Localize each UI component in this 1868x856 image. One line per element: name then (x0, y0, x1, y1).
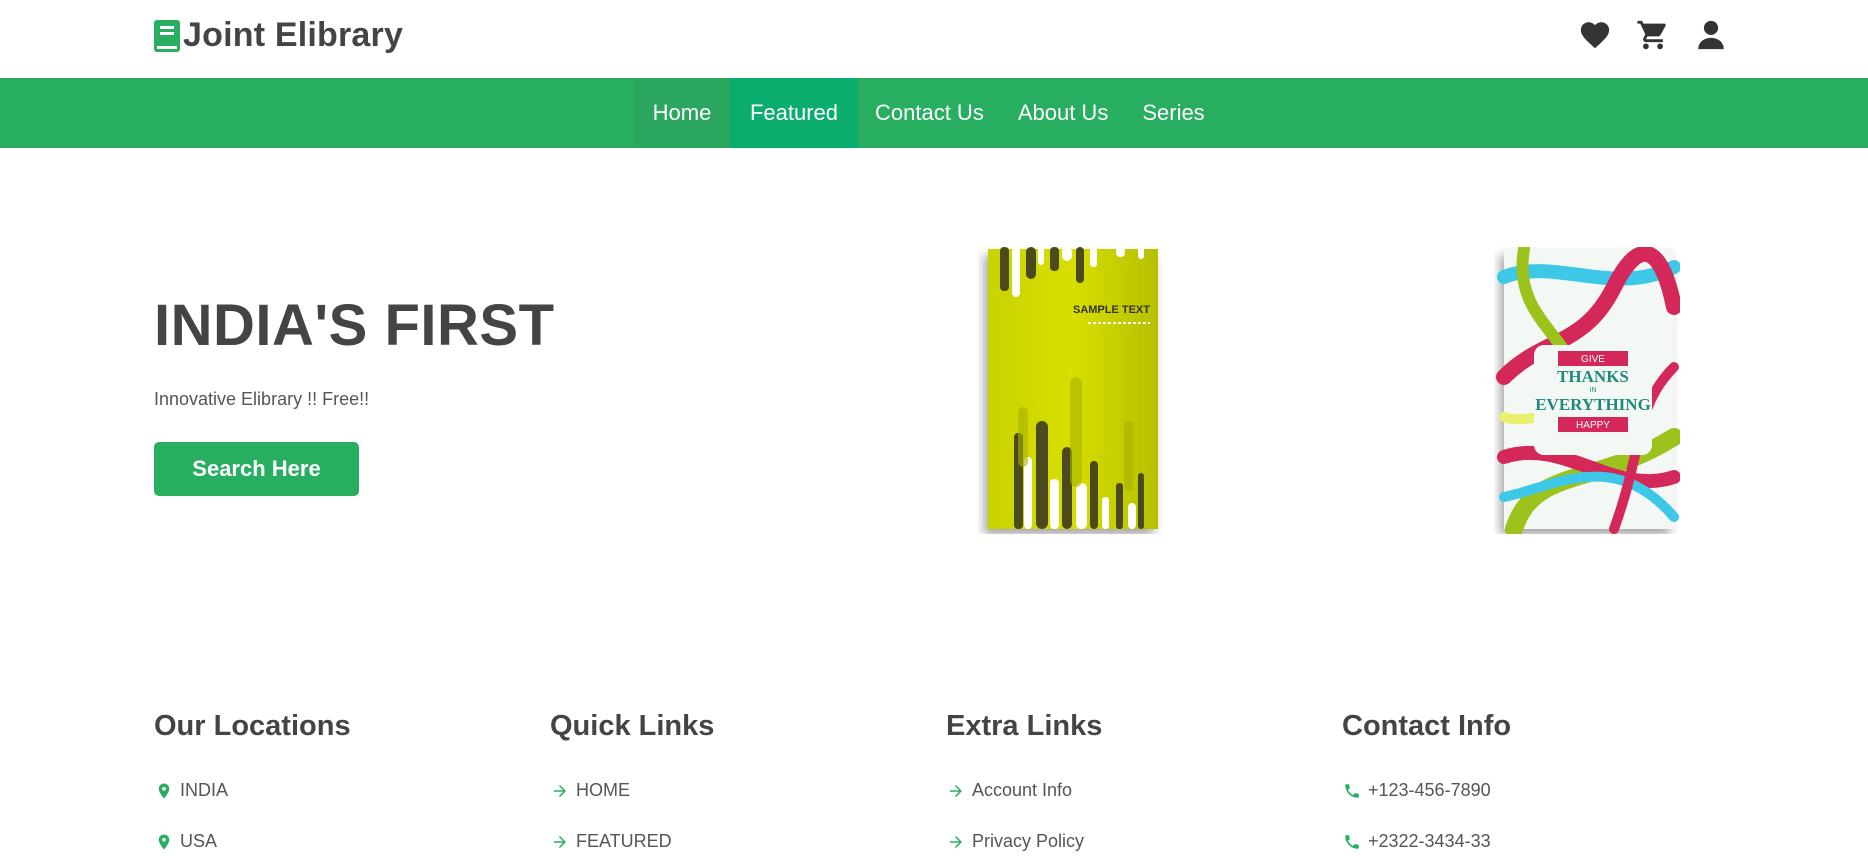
location-label: INDIA (180, 780, 229, 800)
contact-item[interactable]: +2322-3434-33 (1342, 816, 1702, 856)
footer-quick-links: Quick Links HOME FEATURED (550, 710, 910, 856)
brand-logo[interactable]: Joint Elibrary (154, 16, 403, 55)
book-cover-thanks[interactable]: GIVE THANKS IN EVERYTHING HAPPY (1494, 247, 1680, 534)
arrow-right-icon (550, 832, 570, 852)
header: Joint Elibrary (0, 0, 1868, 78)
arrow-right-icon (550, 781, 570, 801)
location-item[interactable]: USA (154, 816, 514, 856)
contact-phone: +2322-3434-33 (1368, 831, 1491, 851)
cart-icon[interactable] (1636, 18, 1670, 52)
extra-link-label: Account Info (972, 780, 1073, 800)
quick-link-item[interactable]: FEATURED (550, 816, 910, 856)
quick-link-label: FEATURED (576, 831, 672, 851)
location-item[interactable]: INDIA (154, 765, 514, 816)
extra-link-label: Privacy Policy (972, 831, 1085, 851)
nav-home[interactable]: Home (634, 78, 730, 148)
svg-text:GIVE: GIVE (1581, 354, 1605, 365)
footer-locations: Our Locations INDIA USA (154, 710, 514, 856)
book-icon (154, 19, 180, 52)
footer-extra-links-title: Extra Links (946, 710, 1103, 742)
arrow-right-icon (946, 781, 966, 801)
svg-text:EVERYTHING: EVERYTHING (1535, 395, 1651, 414)
nav-menu: Home Featured Contact Us About Us Series (634, 78, 1222, 148)
svg-text:IN: IN (1590, 387, 1597, 394)
footer-contact-info: Contact Info +123-456-7890 +2322-3434-33 (1342, 710, 1702, 856)
search-here-button[interactable]: Search Here (154, 442, 359, 496)
contact-phone: +123-456-7890 (1368, 780, 1491, 800)
quick-link-label: HOME (576, 780, 630, 800)
footer-locations-title: Our Locations (154, 710, 351, 742)
footer-extra-links: Extra Links Account Info Privacy Policy (946, 710, 1306, 856)
footer-contact-title: Contact Info (1342, 710, 1512, 742)
nav-about-us[interactable]: About Us (1001, 78, 1126, 148)
footer-quick-links-title: Quick Links (550, 710, 715, 742)
nav-featured[interactable]: Featured (730, 78, 858, 148)
user-icon[interactable] (1694, 18, 1728, 52)
contact-item[interactable]: +123-456-7890 (1342, 765, 1702, 816)
phone-icon (1342, 832, 1362, 852)
header-icons (1578, 18, 1728, 52)
phone-icon (1342, 781, 1362, 801)
heart-icon[interactable] (1578, 18, 1612, 52)
extra-link-item[interactable]: Account Info (946, 765, 1306, 816)
nav-contact-us[interactable]: Contact Us (858, 78, 1001, 148)
map-marker-icon (154, 832, 174, 852)
map-marker-icon (154, 781, 174, 801)
arrow-right-icon (946, 832, 966, 852)
navbar: Home Featured Contact Us About Us Series (0, 78, 1868, 148)
book-cover-text: SAMPLE TEXT (1073, 304, 1150, 316)
hero-title: INDIA'S FIRST (154, 293, 555, 358)
brand-name: Joint Elibrary (183, 16, 404, 54)
quick-link-item[interactable]: HOME (550, 765, 910, 816)
hero-subtitle: Innovative Elibrary !! Free!! (154, 389, 370, 409)
svg-text:THANKS: THANKS (1557, 367, 1629, 386)
extra-link-item[interactable]: Privacy Policy (946, 816, 1306, 856)
book-cover-sample[interactable]: SAMPLE TEXT (978, 247, 1164, 534)
nav-series[interactable]: Series (1125, 78, 1221, 148)
svg-text:HAPPY: HAPPY (1576, 420, 1610, 431)
location-label: USA (180, 831, 218, 851)
